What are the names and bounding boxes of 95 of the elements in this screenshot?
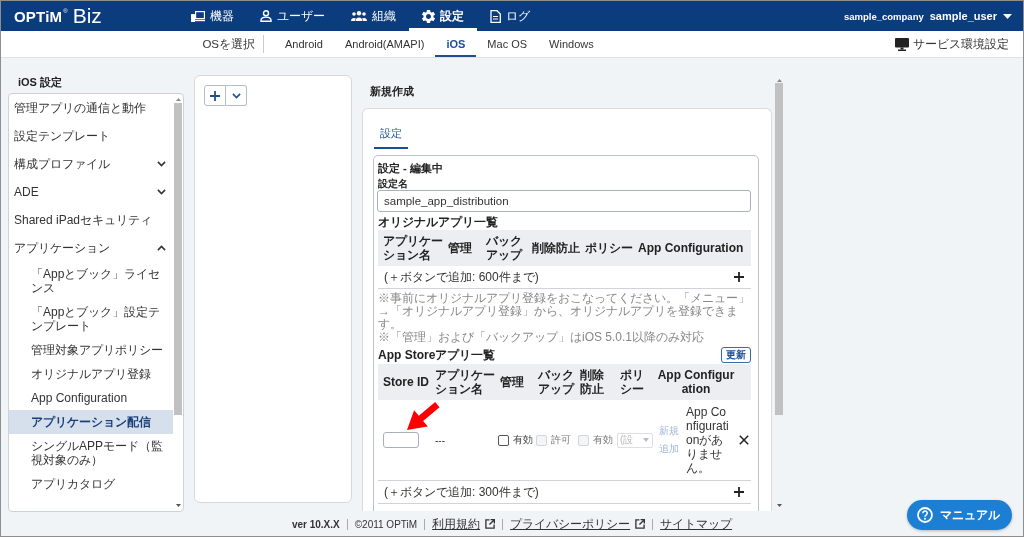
sidebar-item[interactable]: 設定テンプレート [9,122,173,150]
column-header: App Configuration [637,241,745,255]
column-header: アプリケーション名 [434,368,495,396]
sidebar-item[interactable]: アプリケーション [9,234,173,262]
os-tab[interactable]: Mac OS [476,31,539,57]
plus-icon [734,272,744,282]
sidebar-subitem[interactable]: App Configuration [9,386,173,410]
column-header: 管理 [447,241,473,255]
nav-tab[interactable]: ユーザー [247,1,338,31]
section-label: App Storeアプリ一覧 [378,348,496,362]
column-header: 削除防止 [579,368,605,396]
version-text: ver 10.X.X [291,518,340,530]
column-header: アプリケーション名 [382,234,443,262]
column-header: バックアップ [537,368,575,396]
os-tab[interactable]: Android(AMAPI) [333,31,436,57]
os-tab[interactable]: Windows [538,31,605,57]
caret-down-icon [1003,13,1012,19]
scroll-down-icon[interactable] [776,504,782,507]
scroll-up-icon[interactable] [175,98,181,101]
settings-tab[interactable]: 設定 [374,109,408,149]
section-label: オリジナルアプリ一覧 [378,216,499,229]
column-header: ポリシー [584,241,633,255]
pointer-arrow [407,402,440,431]
logo-text: OPTiM [14,7,63,25]
column-header: App Configuration [656,368,736,396]
product-name: Biz [72,4,102,28]
column-header: ポリシー [619,368,645,396]
sidebar-subitem[interactable]: 「Appとブック」ライセンス [9,262,173,300]
sidebar-item[interactable]: Shared iPadセキュリティ [9,206,173,234]
column-header: バックアップ [485,234,524,262]
chevron-down-icon[interactable] [157,189,166,195]
sidebar-subitem[interactable]: アプリカタログ [9,472,173,496]
checkbox-label: 有効 [593,433,613,447]
group-icon [351,11,367,21]
name-field[interactable]: sample_app_distribution [377,190,751,212]
company-name: sample_company [844,10,924,22]
checkbox-label: 有効 [513,433,533,447]
footer-link[interactable]: プライバシーポリシー [510,515,646,533]
sidebar-subitem[interactable]: オリジナルアプリ登録 [9,362,173,386]
user-menu-button[interactable]: sample_user [929,10,1012,22]
add-button[interactable] [204,85,226,106]
checkbox[interactable] [498,434,509,446]
chevron-down-icon [231,92,241,99]
user-icon [260,10,272,22]
sidebar-subitem[interactable]: アプリケーション配信 [9,410,173,434]
section-title: 設定 - 編集中 [378,161,444,175]
nav-tab[interactable]: 組織 [338,1,409,31]
store-id-field[interactable] [383,432,419,448]
help-icon [917,507,933,523]
document-icon [490,9,501,23]
footer-link[interactable]: サイトマップ [660,515,733,533]
settings-icon [422,9,435,23]
os-select-label: OSを選択 [201,36,255,52]
sidebar-item[interactable]: 構成プロファイル [9,150,173,178]
remove-row-button[interactable] [738,435,749,445]
nav-tab[interactable]: ログ [477,1,543,31]
add-hint: (＋ボタンで追加: 300件まで) [384,483,539,501]
refresh-button[interactable]: 更新 [721,347,751,363]
scrollbar-thumb[interactable] [775,83,783,415]
sidebar-item[interactable]: 管理アプリの通信と動作 [9,94,173,122]
table-cell-text: App Configurationがありません。 [686,405,730,475]
sidebar-subitem[interactable]: 管理対象アプリポリシー [9,338,173,362]
scroll-down-icon[interactable] [175,504,181,507]
column-header: 管理 [499,375,525,389]
sidebar-subitem[interactable]: シングルAPPモード（監視対象のみ） [9,434,173,472]
note-text: ※「管理」および「バックアップ」はiOS 5.0.1以降のみ対応 [378,331,706,344]
manual-button[interactable]: マニュアル [907,500,1012,530]
x-icon [738,435,749,445]
add-row-button[interactable] [734,487,744,497]
copyright-text: ©2011 OPTiM [354,518,418,530]
sidebar-subitem[interactable]: 「Appとブック」設定テンプレート [9,300,173,338]
column-header: 削除防止 [531,241,580,255]
add-row-button[interactable] [734,272,744,282]
sidebar-title: iOS 設定 [17,75,63,90]
field-label: 設定名 [378,178,409,189]
nav-tab[interactable]: 機器 [178,1,247,31]
footer-link[interactable]: 利用規約 [432,515,496,533]
os-tab[interactable]: Android [274,31,334,57]
chevron-up-icon[interactable] [157,245,166,251]
scrollbar-thumb[interactable] [174,103,182,415]
sidebar-item[interactable]: ADE [9,178,173,206]
chevron-down-icon[interactable] [157,161,166,167]
panel-title: 新規作成 [369,84,415,99]
monitor-icon [895,37,909,51]
service-settings-link[interactable]: サービス環境設定 [895,31,1009,57]
caret-down-icon [643,438,649,442]
note-text: ※事前にオリジナルアプリ登録をおこなってください。「メニュー」→「オリジナルアプリ登録」から、オリジナルアプリを登録できます。 [378,292,751,331]
checkbox-label: 許可 [551,433,571,447]
add-hint: (＋ボタンで追加: 600件まで) [384,268,539,286]
dropdown-button[interactable] [226,85,247,106]
devices-icon [191,10,205,22]
column-header: Store ID [382,375,430,389]
plus-icon [734,487,744,497]
plus-icon [210,90,220,101]
table-cell-text: --- [434,434,446,446]
